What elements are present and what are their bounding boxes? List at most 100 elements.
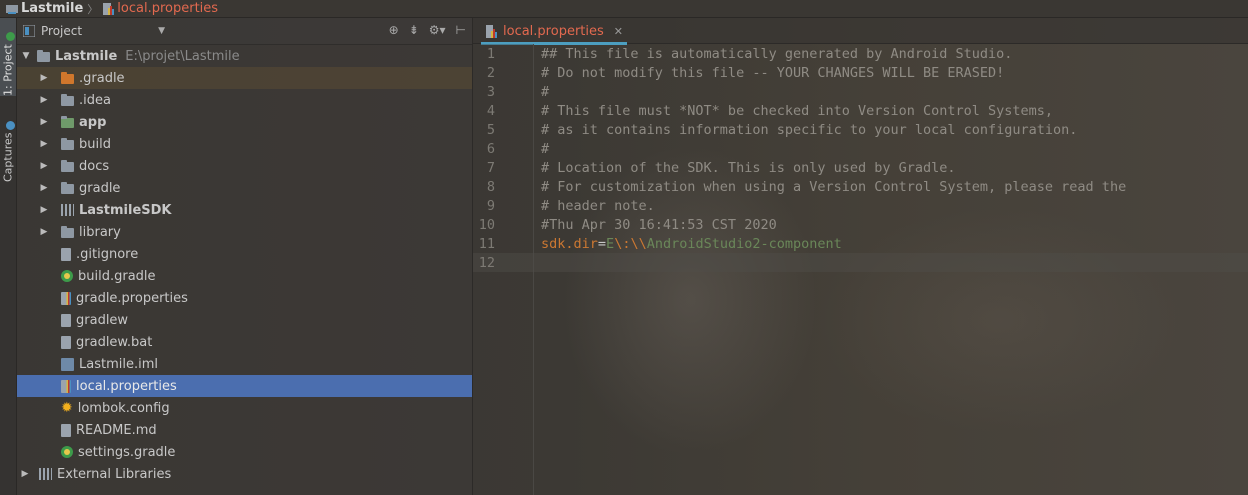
line-number: 9	[486, 197, 495, 214]
folder-icon	[61, 182, 74, 194]
code-area[interactable]: 1 ## This file is automatically generated…	[473, 44, 1248, 272]
gradle-file-icon	[61, 270, 73, 282]
scroll-from-source-icon[interactable]: ⊕	[389, 23, 399, 37]
chevron-down-icon: ▼	[158, 26, 165, 36]
navigation-bar: Lastmile 〉 local.properties	[0, 0, 1248, 18]
editor-tab-bar: local.properties ✕	[473, 18, 1248, 45]
tree-row-library[interactable]: ▶ library	[17, 221, 472, 243]
line-number: 5	[486, 121, 495, 138]
gear-icon[interactable]: ⚙▾	[429, 23, 446, 37]
code-line: 8 # For customization when using a Versio…	[473, 177, 1248, 196]
collapsed-arrow-icon[interactable]: ▶	[39, 95, 49, 105]
tree-row-settings-gradle[interactable]: settings.gradle	[17, 441, 472, 463]
tree-row-build[interactable]: ▶ build	[17, 133, 472, 155]
tree-row-gradlew[interactable]: gradlew	[17, 309, 472, 331]
collapsed-arrow-icon[interactable]: ▶	[39, 161, 49, 171]
properties-file-icon	[61, 291, 71, 305]
tab-captures[interactable]: Captures	[0, 110, 16, 182]
gradle-file-icon	[61, 446, 73, 458]
tab-project[interactable]: 1: Project	[0, 18, 16, 96]
editor-tab-local-properties[interactable]: local.properties ✕	[481, 20, 627, 45]
line-number: 2	[486, 64, 495, 81]
tree-item-label: .idea	[79, 92, 111, 108]
collapsed-arrow-icon[interactable]: ▶	[20, 469, 30, 479]
expand-arrow-icon[interactable]: ▼	[21, 51, 31, 61]
tree-item-label: README.md	[76, 422, 157, 438]
code-line: 3 #	[473, 82, 1248, 101]
tree-row-gitignore[interactable]: .gitignore	[17, 243, 472, 265]
tree-item-label: library	[79, 224, 121, 240]
tree-row-iml[interactable]: Lastmile.iml	[17, 353, 472, 375]
module-file-icon	[61, 357, 74, 371]
tree-item-label: gradlew	[76, 312, 129, 328]
tree-root-path: E:\projet\Lastmile	[125, 48, 240, 64]
code-comment: #	[541, 140, 550, 157]
close-icon[interactable]: ✕	[614, 25, 623, 38]
breadcrumb-file[interactable]: local.properties	[102, 1, 218, 16]
line-number: 11	[478, 235, 495, 252]
android-icon	[6, 32, 15, 42]
property-value-drive: E	[606, 235, 615, 252]
code-line: 11 sdk.dir = E \:\\ AndroidStudio2-component	[473, 234, 1248, 253]
tree-item-label: build.gradle	[78, 268, 156, 284]
line-number: 4	[486, 102, 495, 119]
tool-window-strip: 1: Project Captures	[0, 18, 17, 495]
tree-item-label: settings.gradle	[78, 444, 176, 460]
tree-item-label: Lastmile.iml	[79, 356, 158, 372]
tree-row-docs[interactable]: ▶ docs	[17, 155, 472, 177]
module-folder-icon	[37, 50, 50, 62]
tree-row-gradle[interactable]: ▶ gradle	[17, 177, 472, 199]
code-comment: # This file must *NOT* be checked into V…	[541, 102, 1054, 119]
config-file-icon: ✹	[61, 399, 73, 416]
tree-item-label: .gitignore	[76, 246, 139, 262]
property-separator: =	[597, 235, 607, 252]
external-libraries-icon	[39, 468, 52, 480]
tree-item-label: .gradle	[79, 70, 125, 86]
code-comment: ## This file is automatically generated …	[541, 45, 1013, 62]
tree-row-gradle-properties[interactable]: gradle.properties	[17, 287, 472, 309]
code-comment: # Location of the SDK. This is only used…	[541, 159, 956, 176]
collapsed-arrow-icon[interactable]: ▶	[39, 139, 49, 149]
code-line: 5 # as it contains information specific t…	[473, 120, 1248, 139]
properties-file-icon	[61, 379, 71, 393]
breadcrumb-file-label: local.properties	[117, 1, 219, 16]
collapsed-arrow-icon[interactable]: ▶	[39, 183, 49, 193]
hide-panel-icon[interactable]: ⊢	[456, 23, 466, 37]
tree-row-build-gradle[interactable]: build.gradle	[17, 265, 472, 287]
tree-row-gradlew-bat[interactable]: gradlew.bat	[17, 331, 472, 353]
collapsed-arrow-icon[interactable]: ▶	[39, 227, 49, 237]
collapse-all-icon[interactable]: ⇟	[409, 23, 419, 37]
tree-row-app[interactable]: ▶ app	[17, 111, 472, 133]
project-view-selector[interactable]: Project ▼	[23, 24, 165, 38]
tree-row-idea[interactable]: ▶ .idea	[17, 89, 472, 111]
tree-item-label: External Libraries	[57, 466, 172, 482]
folder-icon	[61, 160, 74, 172]
collapsed-arrow-icon[interactable]: ▶	[39, 73, 49, 83]
project-panel-header: Project ▼ ⊕ ⇟ ⚙▾ ⊢	[17, 18, 472, 45]
project-folder-icon	[6, 4, 18, 14]
collapsed-arrow-icon[interactable]: ▶	[39, 205, 49, 215]
tree-row-local-properties[interactable]: local.properties	[17, 375, 472, 397]
code-line: 9 # header note.	[473, 196, 1248, 215]
tree-item-label: gradle.properties	[76, 290, 188, 306]
tree-row-lastmilesdk[interactable]: ▶ LastmileSDK	[17, 199, 472, 221]
tree-row-readme[interactable]: README.md	[17, 419, 472, 441]
tree-row-lombok-config[interactable]: ✹ lombok.config	[17, 397, 472, 419]
tree-item-label: LastmileSDK	[79, 202, 172, 218]
code-comment: #Thu Apr 30 16:41:53 CST 2020	[541, 216, 777, 233]
android-module-icon	[61, 116, 74, 128]
tree-item-label: docs	[79, 158, 110, 174]
tree-row-gradle-dir[interactable]: ▶ .gradle	[17, 67, 472, 89]
code-comment: # Do not modify this file -- YOUR CHANGE…	[541, 64, 1005, 81]
breadcrumb-project[interactable]: Lastmile	[0, 1, 83, 16]
tree-row-root[interactable]: ▼ Lastmile E:\projet\Lastmile	[17, 45, 472, 67]
property-key: sdk.dir	[541, 235, 598, 252]
tree-root-label: Lastmile	[55, 48, 118, 64]
properties-file-icon	[486, 24, 497, 38]
folder-icon	[61, 94, 74, 106]
collapsed-arrow-icon[interactable]: ▶	[39, 117, 49, 127]
breadcrumb-project-label: Lastmile	[21, 1, 84, 16]
tree-row-external-libraries[interactable]: ▶ External Libraries	[17, 463, 472, 485]
tree-item-label: app	[79, 114, 107, 130]
chevron-right-icon: 〉	[87, 2, 99, 16]
